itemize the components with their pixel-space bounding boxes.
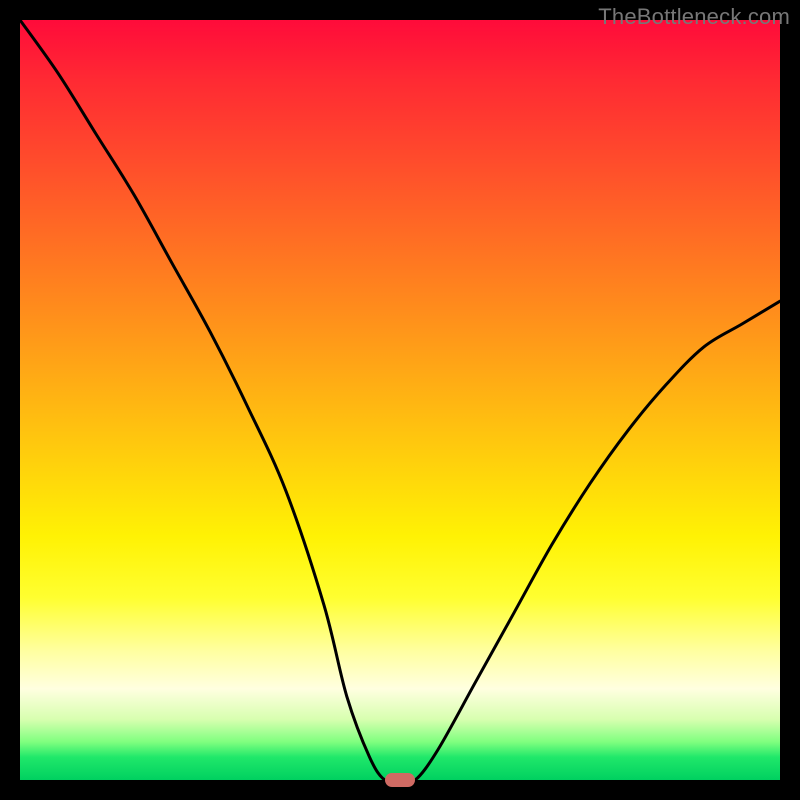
- watermark-text: TheBottleneck.com: [598, 4, 790, 30]
- optimal-marker: [385, 773, 415, 787]
- plot-area: [20, 20, 780, 780]
- bottleneck-curve: [20, 20, 780, 780]
- chart-frame: TheBottleneck.com: [0, 0, 800, 800]
